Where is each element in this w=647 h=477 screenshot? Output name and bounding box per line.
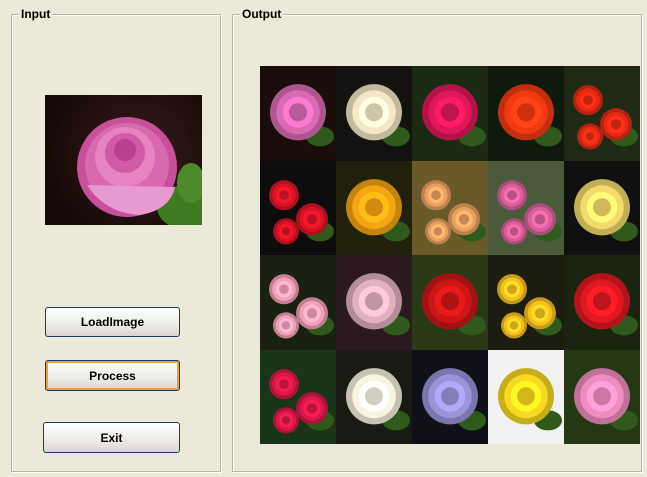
output-thumbnail (260, 66, 336, 161)
flower-image (270, 84, 334, 147)
flower-image (498, 84, 562, 147)
flower-image (346, 273, 410, 336)
input-group-title: Input (19, 6, 53, 22)
flower-image (422, 273, 486, 336)
flower-image (346, 367, 410, 430)
output-thumbnail (412, 255, 488, 350)
output-thumbnail (564, 160, 640, 255)
output-thumbnail (260, 255, 336, 350)
flower-image (421, 179, 486, 244)
pink-rose-image (77, 117, 202, 225)
output-thumbnail (412, 66, 488, 161)
output-thumbnail (336, 255, 412, 350)
output-thumbnail (564, 66, 640, 161)
flower-image (269, 274, 334, 339)
flower-image (422, 84, 486, 147)
output-thumbnail (488, 66, 564, 161)
input-groupbox: Input (11, 6, 221, 472)
output-thumbnail (488, 349, 564, 444)
output-thumbnail (260, 349, 336, 444)
output-thumbnail (412, 160, 488, 255)
output-image-grid (260, 66, 640, 444)
output-thumbnail (564, 255, 640, 350)
output-thumbnail (336, 66, 412, 161)
flower-image (574, 367, 638, 430)
output-thumbnail (488, 255, 564, 350)
output-thumbnail (260, 160, 336, 255)
flower-image (346, 178, 410, 241)
process-button[interactable]: Process (45, 360, 180, 391)
output-thumbnail (336, 160, 412, 255)
flower-image (498, 367, 562, 430)
flower-image (573, 85, 638, 150)
flower-image (269, 179, 334, 244)
output-thumbnail (564, 349, 640, 444)
flower-image (574, 273, 638, 336)
flower-image (269, 368, 334, 433)
output-group-title: Output (240, 6, 284, 22)
flower-image (346, 84, 410, 147)
load-image-button[interactable]: LoadImage (45, 307, 180, 337)
flower-image (497, 274, 562, 339)
input-image-preview (45, 95, 202, 225)
output-thumbnail (412, 349, 488, 444)
output-thumbnail (336, 349, 412, 444)
flower-image (422, 367, 486, 430)
exit-button[interactable]: Exit (43, 422, 180, 453)
flower-image (574, 178, 638, 241)
output-thumbnail (488, 160, 564, 255)
flower-image (497, 179, 562, 244)
